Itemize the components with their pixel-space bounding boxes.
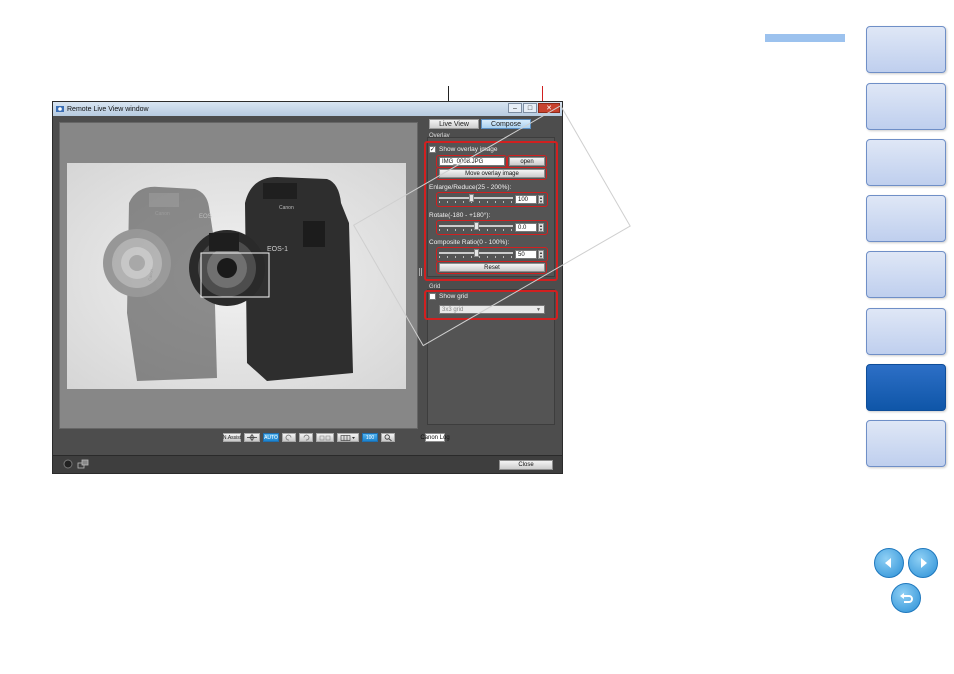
- next-page-button[interactable]: [908, 548, 938, 578]
- magnifier-icon: [384, 434, 392, 441]
- model-label-right: EOS-1: [267, 246, 288, 253]
- window-layout-icon[interactable]: [77, 459, 89, 469]
- zoom-level-button[interactable]: 100: [362, 433, 378, 442]
- grid-icon: [340, 434, 355, 441]
- nav-tab-1[interactable]: [866, 26, 946, 73]
- close-button[interactable]: Close: [499, 460, 553, 470]
- brand-label-right: Canon: [279, 205, 294, 211]
- grid-overlay-button[interactable]: [337, 433, 359, 442]
- highlight-rotate: [436, 220, 548, 235]
- return-button[interactable]: [891, 583, 921, 613]
- nav-tab-2[interactable]: [866, 83, 946, 130]
- highlight-grid-group: [424, 290, 558, 320]
- nav-tab-6[interactable]: [866, 308, 946, 355]
- window-titlebar: Remote Live View window: [53, 102, 562, 116]
- app-icon: [56, 106, 64, 112]
- return-icon: [900, 593, 913, 603]
- live-view-preview[interactable]: EOS EOS-1 Canon Canon Canon: [59, 122, 418, 429]
- window-title: Remote Live View window: [67, 105, 149, 113]
- zoom-button[interactable]: [381, 433, 395, 442]
- highlight-move: [436, 167, 547, 180]
- prev-page-button[interactable]: [874, 548, 904, 578]
- auto-button[interactable]: AUTO: [263, 433, 279, 442]
- nav-tab-4[interactable]: [866, 195, 946, 242]
- window-close-button[interactable]: ✕: [538, 103, 560, 113]
- window-status-bar: Close: [53, 455, 562, 473]
- aspect-button[interactable]: [316, 433, 334, 442]
- section-marker-bar: [765, 34, 845, 42]
- maximize-button[interactable]: □: [523, 103, 537, 113]
- minimize-button[interactable]: –: [508, 103, 522, 113]
- tab-compose[interactable]: Compose: [481, 119, 531, 129]
- focus-point-button[interactable]: [244, 433, 260, 442]
- tab-live-view[interactable]: Live View: [429, 119, 479, 129]
- aspect-icon: [319, 435, 331, 440]
- rotate-left-button[interactable]: [282, 433, 296, 442]
- panel-tabs: Live View Compose: [425, 117, 559, 129]
- arrow-left-icon: [885, 558, 891, 568]
- camera-photo: EOS EOS-1 Canon Canon Canon: [67, 163, 406, 389]
- nav-tab-8[interactable]: [866, 420, 946, 467]
- splitter-handle[interactable]: [419, 268, 422, 276]
- rotate-right-button[interactable]: [299, 433, 313, 442]
- highlight-enlarge: [436, 192, 548, 207]
- assist-button[interactable]: N.Assist: [223, 433, 241, 442]
- nav-tab-7-active[interactable]: [866, 364, 946, 411]
- record-icon[interactable]: [63, 459, 73, 469]
- highlight-reset: [436, 261, 547, 274]
- model-label-left: EOS: [199, 214, 212, 220]
- compose-panel: Live View Compose Overlay ✓ Show overlay…: [424, 117, 559, 427]
- nav-tab-3[interactable]: [866, 139, 946, 186]
- live-view-image: EOS EOS-1 Canon Canon Canon: [67, 163, 406, 389]
- highlight-composite: [436, 247, 548, 262]
- rotate-left-icon: [285, 434, 292, 441]
- live-view-toolbar: N.Assist AUTO 100: [223, 433, 395, 442]
- brand-label-left: Canon: [155, 211, 170, 217]
- arrow-right-icon: [921, 558, 927, 568]
- remote-live-view-window: Remote Live View window – □ ✕ EOS EOS-1 …: [52, 101, 563, 474]
- crosshair-icon: [247, 434, 257, 441]
- nav-tab-5[interactable]: [866, 251, 946, 298]
- rotate-right-icon: [303, 434, 310, 441]
- canon-log-button[interactable]: Canon Log: [420, 433, 450, 442]
